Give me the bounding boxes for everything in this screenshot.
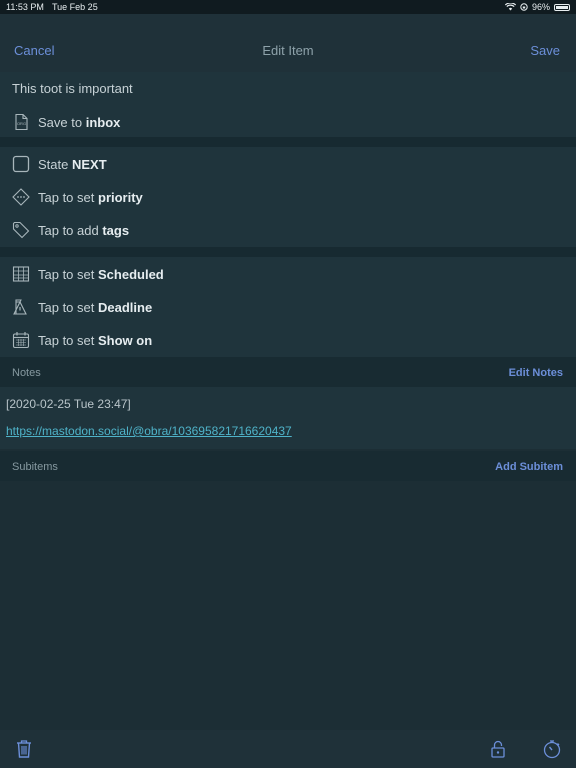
subitems-header-label: Subitems [12, 461, 58, 473]
state-prefix: State [38, 157, 69, 172]
save-to-label: Save to inbox [38, 115, 120, 130]
dates-section: Tap to set Scheduled Tap to set Deadline… [0, 257, 576, 357]
subitems-list [0, 483, 576, 730]
subitems-header: Subitems Add Subitem [0, 451, 576, 481]
notes-timestamp: [2020-02-25 Tue 23:47] [6, 397, 131, 411]
status-time: 11:53 PM [6, 2, 44, 12]
priority-label: Tap to set priority [38, 190, 143, 205]
trash-icon[interactable] [14, 739, 34, 759]
add-subitem-button[interactable]: Add Subitem [495, 461, 563, 473]
wifi-icon [504, 3, 516, 11]
state-row[interactable]: State NEXT [0, 150, 576, 178]
checkbox-icon[interactable] [12, 155, 30, 173]
item-title[interactable]: This toot is important [12, 81, 133, 96]
show-on-prefix: Tap to set [38, 333, 95, 348]
separator [0, 247, 576, 257]
status-bar: 11:53 PM Tue Feb 25 96% [0, 0, 576, 14]
edit-item-screen: 11:53 PM Tue Feb 25 96% Cancel Edit Item… [0, 0, 576, 768]
state-label: State NEXT [38, 157, 107, 172]
scheduled-prefix: Tap to set [38, 267, 95, 282]
deadline-icon [13, 299, 27, 315]
state-section: State NEXT Tap to set priority Tap to ad… [0, 147, 576, 247]
battery-icon [554, 3, 570, 11]
priority-value: priority [98, 190, 143, 205]
timer-icon[interactable] [542, 739, 562, 759]
edit-notes-button[interactable]: Edit Notes [509, 367, 563, 379]
save-to-prefix: Save to [38, 115, 83, 130]
scheduled-label: Tap to set Scheduled [38, 267, 164, 282]
battery-fill [556, 5, 568, 9]
notes-header-label: Notes [12, 367, 41, 379]
priority-prefix: Tap to set [38, 190, 95, 205]
save-to-row[interactable]: ORG Save to inbox [0, 108, 576, 136]
calendar-grid-icon [12, 266, 30, 282]
state-value: NEXT [71, 157, 107, 172]
notes-header: Notes Edit Notes [0, 357, 576, 387]
tags-row[interactable]: Tap to add tags [0, 216, 576, 244]
lock-icon[interactable] [488, 739, 508, 759]
calendar-icon [12, 332, 30, 349]
status-right: 96% [504, 2, 570, 12]
deadline-value: Deadline [98, 300, 153, 315]
show-on-label: Tap to set Show on [38, 333, 152, 348]
battery-percent: 96% [531, 2, 550, 12]
save-button[interactable]: Save [530, 43, 560, 58]
tags-value: tags [102, 223, 130, 238]
notes-link[interactable]: https://mastodon.social/@obra/1036958217… [6, 424, 292, 438]
priority-icon [12, 188, 30, 206]
svg-text:ORG: ORG [17, 121, 26, 126]
tag-icon [12, 221, 30, 239]
deadline-prefix: Tap to set [38, 300, 95, 315]
tags-label: Tap to add tags [38, 223, 129, 238]
priority-row[interactable]: Tap to set priority [0, 183, 576, 211]
tags-prefix: Tap to add [38, 223, 99, 238]
deadline-row[interactable]: Tap to set Deadline [0, 293, 576, 321]
scheduled-row[interactable]: Tap to set Scheduled [0, 260, 576, 288]
item-section: This toot is important ORG Save to inbox [0, 72, 576, 137]
orientation-lock-icon [520, 3, 528, 11]
navigation-bar: Cancel Edit Item Save [0, 14, 576, 72]
page-title: Edit Item [262, 43, 314, 58]
status-date: Tue Feb 25 [52, 2, 98, 12]
scheduled-value: Scheduled [98, 267, 164, 282]
bottom-toolbar [0, 730, 576, 768]
org-file-icon: ORG [15, 113, 28, 131]
show-on-row[interactable]: Tap to set Show on [0, 326, 576, 354]
show-on-value: Show on [98, 333, 153, 348]
deadline-label: Tap to set Deadline [38, 300, 152, 315]
separator [0, 137, 576, 147]
save-to-target: inbox [85, 115, 121, 130]
notes-body: [2020-02-25 Tue 23:47] https://mastodon.… [0, 387, 576, 449]
